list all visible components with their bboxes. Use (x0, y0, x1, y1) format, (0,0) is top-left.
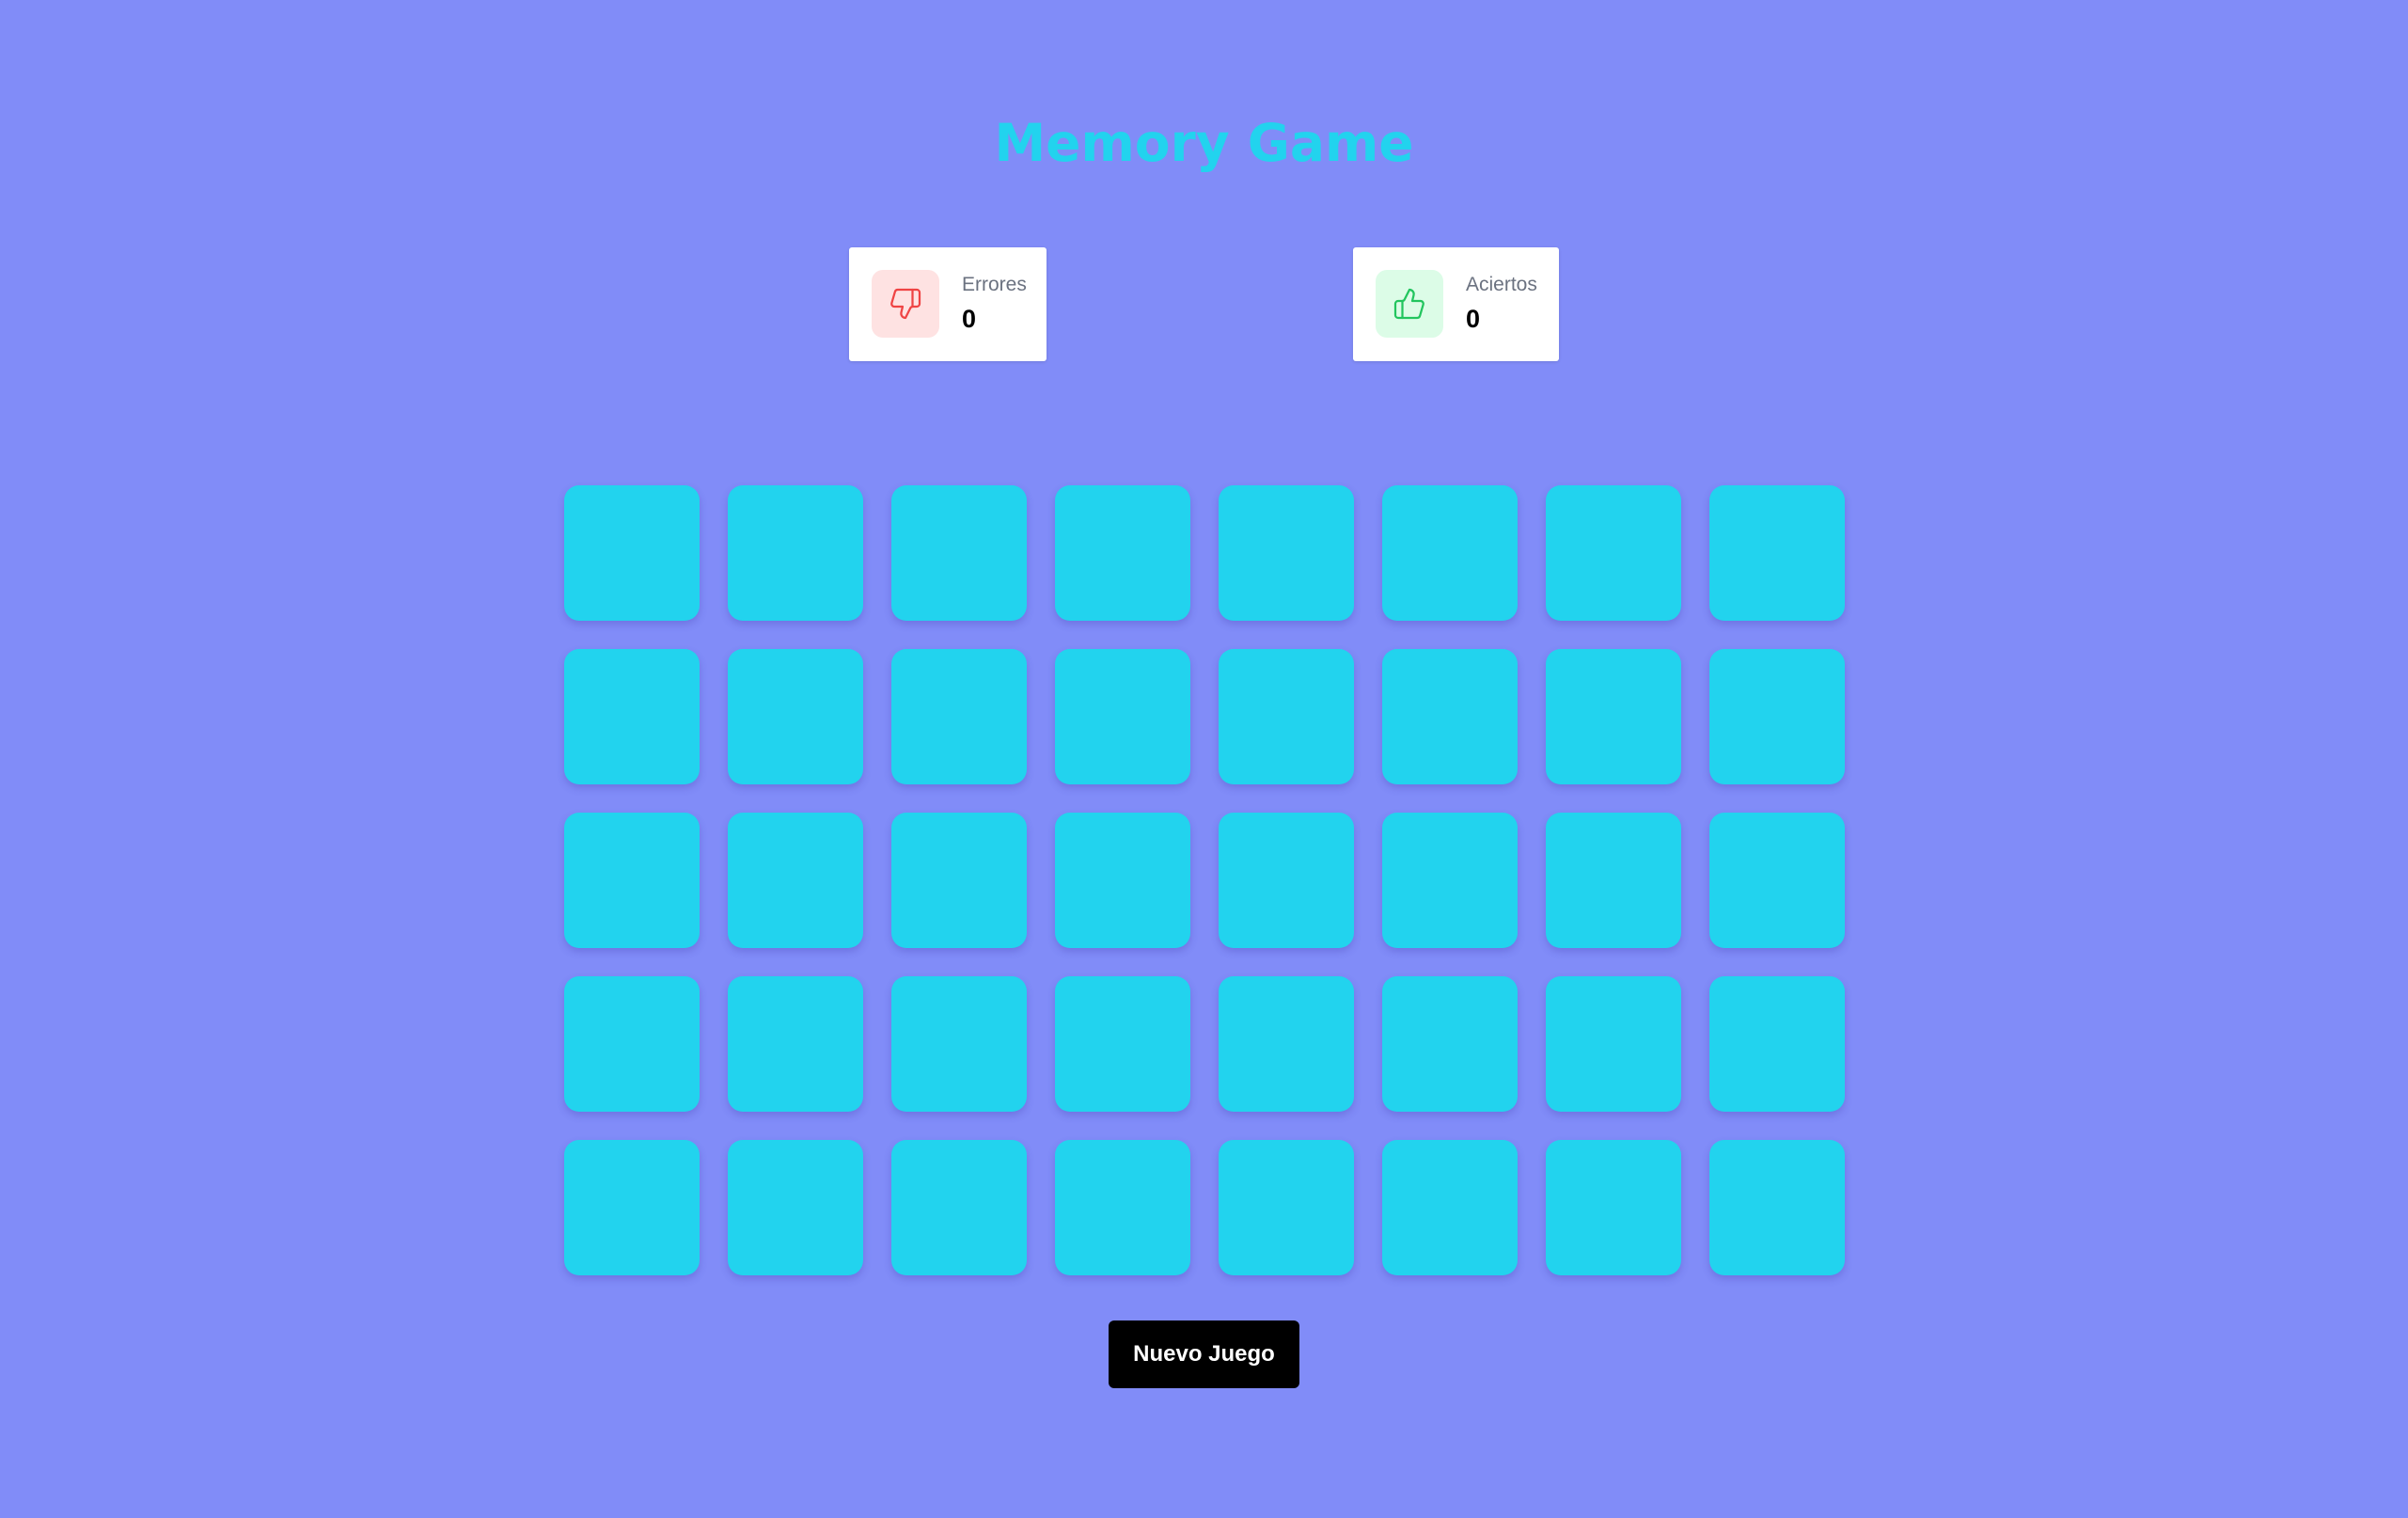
errors-icon-badge (872, 270, 939, 338)
memory-card[interactable] (1219, 485, 1354, 621)
hits-count: 0 (1466, 305, 1481, 333)
memory-card[interactable] (1546, 813, 1681, 948)
memory-card[interactable] (1709, 485, 1845, 621)
hits-stat-card: Aciertos 0 (1353, 247, 1559, 361)
memory-card[interactable] (1382, 813, 1518, 948)
memory-card[interactable] (728, 976, 863, 1112)
thumbs-up-icon (1393, 288, 1424, 320)
memory-card[interactable] (1055, 813, 1190, 948)
memory-card[interactable] (1382, 649, 1518, 784)
memory-card[interactable] (1382, 485, 1518, 621)
memory-card[interactable] (1709, 1140, 1845, 1275)
memory-card[interactable] (1219, 976, 1354, 1112)
memory-card[interactable] (1709, 813, 1845, 948)
memory-card[interactable] (1382, 1140, 1518, 1275)
game-title: Memory Game (994, 113, 1414, 173)
card-grid (564, 485, 1845, 1275)
memory-card[interactable] (728, 485, 863, 621)
memory-card[interactable] (1055, 1140, 1190, 1275)
memory-card[interactable] (1219, 649, 1354, 784)
memory-card[interactable] (891, 813, 1027, 948)
memory-card[interactable] (728, 1140, 863, 1275)
memory-card[interactable] (1546, 976, 1681, 1112)
memory-card[interactable] (891, 1140, 1027, 1275)
memory-card[interactable] (891, 649, 1027, 784)
memory-card[interactable] (891, 485, 1027, 621)
memory-card[interactable] (1055, 649, 1190, 784)
memory-card[interactable] (1219, 1140, 1354, 1275)
memory-card[interactable] (891, 976, 1027, 1112)
memory-card[interactable] (728, 649, 863, 784)
memory-card[interactable] (1546, 1140, 1681, 1275)
memory-card[interactable] (564, 485, 700, 621)
errors-count: 0 (962, 305, 977, 333)
memory-card[interactable] (1546, 649, 1681, 784)
memory-card[interactable] (728, 813, 863, 948)
errors-stat-card: Errores 0 (849, 247, 1047, 361)
thumbs-down-icon (890, 288, 921, 320)
memory-card[interactable] (564, 813, 700, 948)
errors-label: Errores (962, 274, 1027, 295)
memory-card[interactable] (1709, 649, 1845, 784)
new-game-button[interactable]: Nuevo Juego (1109, 1320, 1299, 1388)
memory-card[interactable] (1546, 485, 1681, 621)
hits-icon-badge (1376, 270, 1443, 338)
memory-card[interactable] (1055, 485, 1190, 621)
memory-card[interactable] (564, 1140, 700, 1275)
memory-card[interactable] (1382, 976, 1518, 1112)
memory-card[interactable] (1709, 976, 1845, 1112)
memory-card[interactable] (564, 649, 700, 784)
hits-label: Aciertos (1466, 274, 1537, 295)
memory-card[interactable] (1055, 976, 1190, 1112)
memory-card[interactable] (1219, 813, 1354, 948)
memory-card[interactable] (564, 976, 700, 1112)
